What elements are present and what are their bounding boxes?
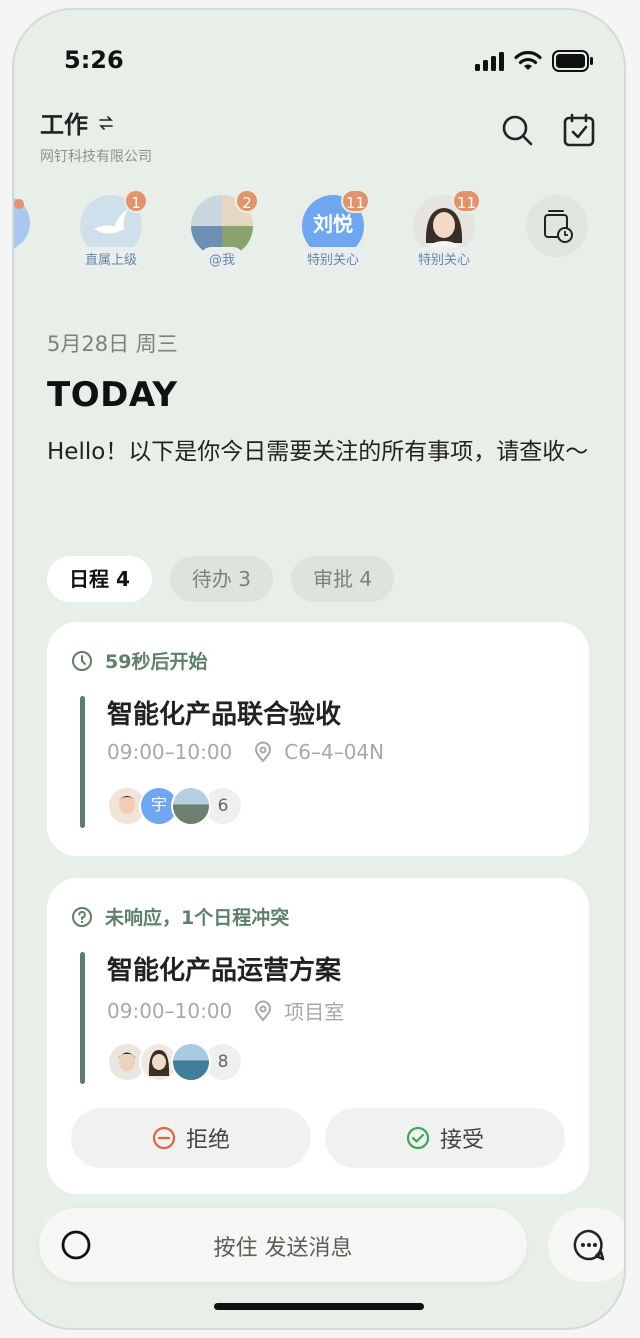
event-accent-bar <box>80 696 85 828</box>
hold-to-send-label: 按住 发送消息 <box>213 1236 353 1261</box>
event-title: 智能化产品运营方案 <box>107 956 342 986</box>
reject-label: 拒绝 <box>185 1128 230 1153</box>
voice-message-bar[interactable]: 按住 发送消息 <box>39 1208 527 1282</box>
event-accent-bar <box>80 952 85 1084</box>
question-circle-icon <box>72 906 92 927</box>
story-item[interactable]: 11 特别关心 <box>409 189 481 270</box>
event-meta: 09:00–10:00 项目室 <box>107 996 344 1025</box>
signal-icon <box>475 52 504 71</box>
story-item[interactable]: 2 @我 <box>187 189 259 270</box>
participant-avatar <box>171 786 211 826</box>
tab-schedule[interactable]: 日程 4 <box>47 556 152 602</box>
accept-button[interactable]: 接受 <box>325 1108 565 1168</box>
tab-todo[interactable]: 待办 3 <box>169 556 273 602</box>
participants[interactable]: 8 <box>107 1042 243 1082</box>
greeting-text: Hello！以下是你今日需要关注的所有事项，请查收～ <box>47 439 589 465</box>
unread-badge: 11 <box>451 189 481 213</box>
event-status: 未响应，1个日程冲突 <box>71 903 289 930</box>
unread-badge: 1 <box>124 189 148 213</box>
chat-bubble-icon <box>573 1229 605 1261</box>
event-location: C6–4–04N <box>284 740 385 764</box>
workspace-header[interactable]: 工作 网钉科技有限公司 <box>40 105 152 166</box>
event-time: 09:00–10:00 <box>107 998 233 1023</box>
minus-circle-icon <box>152 1126 176 1150</box>
status-time: 5:26 <box>64 46 124 74</box>
event-status-text: 未响应，1个日程冲突 <box>105 907 290 929</box>
response-actions: 拒绝 接受 <box>71 1108 565 1168</box>
story-item[interactable]: 1 直属上级 <box>76 189 148 270</box>
workspace-subtitle: 网钉科技有限公司 <box>40 149 152 165</box>
check-circle-icon <box>406 1126 430 1150</box>
event-meta: 09:00–10:00 C6–4–04N <box>107 740 384 764</box>
event-time: 09:00–10:00 <box>107 740 233 764</box>
tab-approval[interactable]: 审批 4 <box>290 556 395 602</box>
event-title: 智能化产品联合验收 <box>107 700 342 730</box>
event-status: 59秒后开始 <box>71 647 207 674</box>
story-label: 特别关心 <box>409 247 479 270</box>
status-bar: 5:26 <box>14 10 624 100</box>
story-item[interactable]: 刘悦 11 特别关心 <box>298 189 370 270</box>
status-icons <box>474 50 594 72</box>
today-title: TODAY <box>47 375 178 415</box>
location-icon <box>255 741 272 763</box>
story-label: 特别关心 <box>298 247 368 270</box>
calendar-check-icon[interactable] <box>562 113 596 147</box>
battery-icon <box>552 50 593 72</box>
phone-screen: 5:26 工作 网钉科技有限公司 1 直属上级 2 @我 刘悦 11 特别关心 … <box>12 8 626 1330</box>
category-tabs: 日程 4 待办 3 审批 4 <box>47 556 395 602</box>
unread-badge: 11 <box>340 189 370 213</box>
partial-badge <box>14 199 24 209</box>
story-label: @我 <box>200 247 244 270</box>
participant-avatar <box>171 1042 211 1082</box>
event-card[interactable]: 未响应，1个日程冲突 智能化产品运营方案 09:00–10:00 项目室 8 拒… <box>47 878 589 1194</box>
calendar-clock-button[interactable] <box>526 195 588 257</box>
accept-label: 接受 <box>439 1128 484 1153</box>
calendar-clock-icon <box>544 210 573 243</box>
story-label: 直属上级 <box>76 247 146 270</box>
workspace-title: 工作 <box>40 111 88 139</box>
event-location: 项目室 <box>284 1000 345 1024</box>
clock-icon <box>72 650 92 671</box>
contacts-row: 1 直属上级 2 @我 刘悦 11 特别关心 11 特别关心 <box>14 189 624 285</box>
location-icon <box>255 1000 272 1022</box>
switch-icon[interactable] <box>98 115 114 131</box>
participants[interactable]: 宇 6 <box>107 786 243 826</box>
header-actions <box>500 113 596 147</box>
reject-button[interactable]: 拒绝 <box>71 1108 311 1168</box>
date-label: 5月28日 周三 <box>47 332 178 356</box>
wifi-icon <box>514 51 542 70</box>
home-indicator[interactable] <box>214 1303 424 1310</box>
chat-button[interactable] <box>548 1208 624 1282</box>
event-status-text: 59秒后开始 <box>105 651 208 673</box>
unread-badge: 2 <box>235 189 259 213</box>
search-icon[interactable] <box>500 113 534 147</box>
calendar-story[interactable] <box>522 195 592 257</box>
event-card[interactable]: 59秒后开始 智能化产品联合验收 09:00–10:00 C6–4–04N 宇 … <box>47 622 589 856</box>
